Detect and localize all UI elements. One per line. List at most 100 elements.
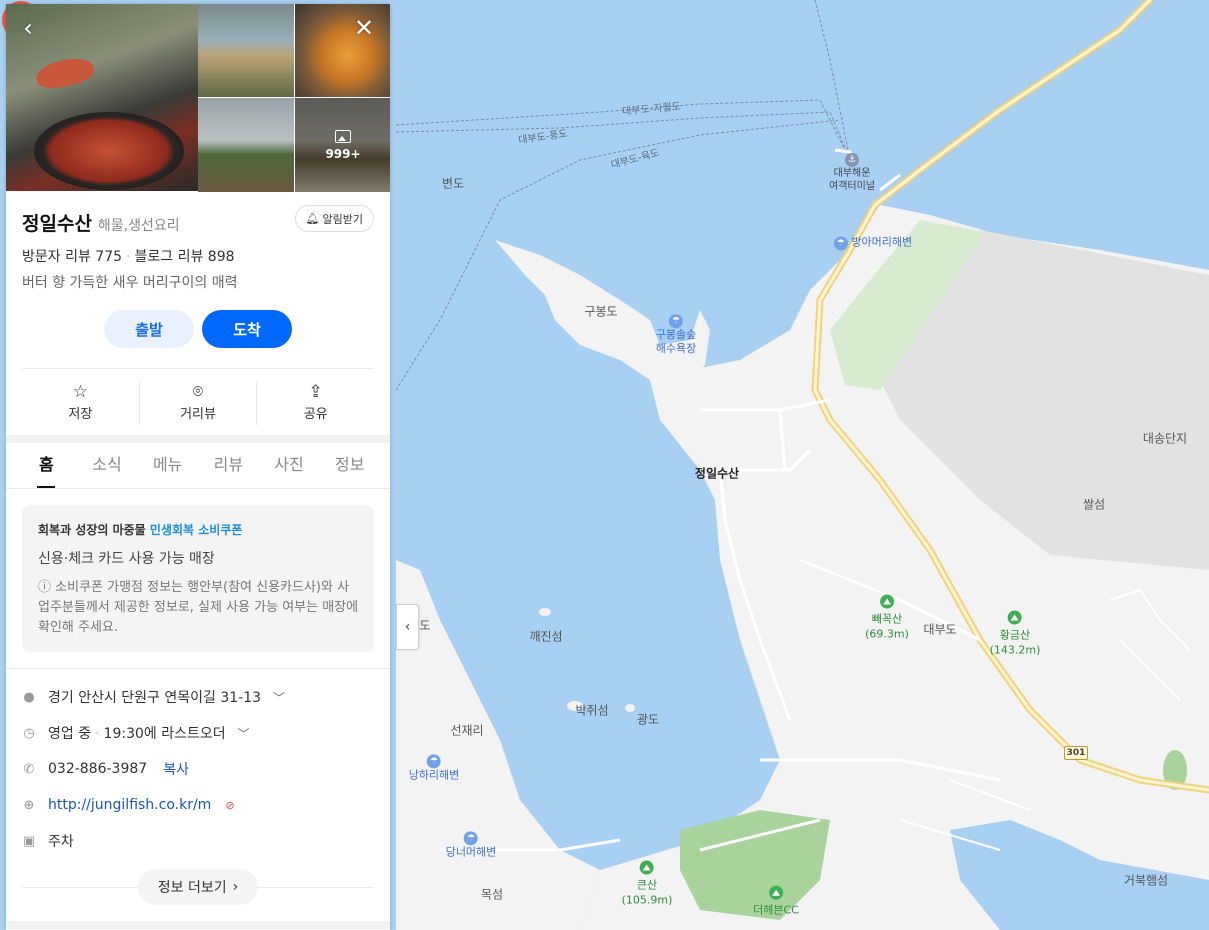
phone-row: ✆ 032-886-3987 복사 [22, 751, 374, 787]
map-label-edge-do: 도 [419, 618, 431, 633]
route-buttons: 출발 도착 [6, 310, 390, 348]
map-label-geobukseom: 거북햄섬 [1123, 873, 1169, 888]
back-icon[interactable]: ‹ [16, 16, 40, 40]
photo-gallery: 999+ ‹ ✕ [6, 4, 390, 192]
notice-prefix: 회복과 성장의 마중물 [38, 523, 146, 537]
action-bar: ☆ 저장 ⌾ 거리뷰 ⇪ 공유 [6, 381, 390, 425]
map-label-ferry-terminal[interactable]: ⚓ 대부해운 여객터미널 [829, 153, 875, 193]
chevron-down-icon[interactable]: ﹀ [238, 725, 250, 742]
street-view-button[interactable]: ⌾ 거리뷰 [140, 381, 258, 425]
location-icon: ● [23, 689, 35, 705]
panel-collapse-button[interactable]: ‹ [396, 604, 419, 650]
separator-dot: · [95, 726, 100, 742]
golf-icon [768, 885, 783, 900]
hours-text: 영업 중 · 19:30에 라스트오더 [48, 723, 226, 743]
address-row[interactable]: ● 경기 안산시 단원구 연목이길 31-13 ﹀ [22, 679, 374, 715]
copy-phone-button[interactable]: 복사 [163, 759, 189, 779]
map-label-bakjwiseom: 박쥐섬 [575, 703, 609, 718]
tab-info[interactable]: 정보 [319, 443, 380, 488]
map-label-ppaekkoksan[interactable]: 빼꼭산 (69.3m) [865, 594, 909, 642]
beach-icon: ☂ [463, 831, 478, 846]
notice-highlight[interactable]: 민생회복 소비쿠폰 [150, 523, 243, 537]
separator-dot: · [126, 249, 131, 265]
alarm-label: 알림받기 [322, 212, 363, 226]
map-label-ssalseom: 쌀섬 [1082, 497, 1106, 512]
tab-home[interactable]: 홈 [16, 443, 77, 488]
blog-reviews-link[interactable]: 블로그 리뷰 898 [134, 249, 234, 265]
place-header: 정일수산 해물,생선요리 🔔︎ 알림받기 방문자 리뷰 775 · 블로그 리뷰 8… [6, 191, 390, 292]
visitor-reviews-link[interactable]: 방문자 리뷰 775 [22, 249, 122, 265]
beach-icon: ☂ [668, 314, 683, 329]
map-label-pin[interactable]: 정일수산 [695, 465, 739, 482]
hours-detail: 19:30에 라스트오더 [103, 726, 226, 742]
alarm-button[interactable]: 🔔︎ 알림받기 [294, 205, 374, 232]
map-label-hwanggeumsan[interactable]: 황금산 (143.2m) [990, 610, 1040, 658]
map-label-nanghari-beach[interactable]: ☂ 낭하리해변 [409, 753, 459, 782]
end-route-button[interactable]: 도착 [202, 310, 292, 348]
website-link[interactable]: http://jungilfish.co.kr/m [48, 797, 211, 813]
street-view-label: 거리뷰 [180, 407, 216, 422]
photo-thumb[interactable] [198, 4, 294, 97]
notice-info: ⓘ 소비쿠폰 가맹점 정보는 행안부(참여 신용카드사)와 사업주분들께서 제공… [38, 580, 359, 635]
place-detail-panel: 999+ ‹ ✕ 정일수산 해물,생선요리 🔔︎ 알림받기 방문자 리뷰 775… [6, 4, 390, 930]
tab-news[interactable]: 소식 [77, 443, 138, 488]
parking-icon: ▣ [22, 833, 36, 849]
phone-icon: ✆ [23, 761, 35, 777]
photo-count: 999+ [325, 146, 361, 161]
info-list: ● 경기 안산시 단원구 연목이길 31-13 ﹀ ◷ 영업 중 · 19:30에 … [6, 669, 390, 859]
clock-icon: ◷ [23, 725, 35, 741]
image-icon [335, 129, 351, 143]
close-icon[interactable]: ✕ [352, 16, 376, 40]
share-label: 공유 [303, 407, 328, 422]
share-button[interactable]: ⇪ 공유 [257, 381, 374, 425]
road-number-badge: 301 [1064, 746, 1088, 760]
map-label-bangameori-beach[interactable]: ☂ 방아머리해변 [833, 236, 912, 251]
start-route-button[interactable]: 출발 [104, 310, 194, 348]
globe-icon: ⊕ [23, 797, 35, 813]
beach-icon: ☂ [833, 236, 848, 251]
review-summary: 방문자 리뷰 775 · 블로그 리뷰 898 [22, 246, 374, 266]
photo-more[interactable]: 999+ [295, 98, 390, 192]
beach-icon: ☂ [426, 754, 441, 769]
notice-subtitle: 신용·체크 카드 사용 가능 매장 [38, 551, 215, 567]
hours-status: 영업 중 [48, 726, 92, 742]
mountain-icon [1007, 610, 1022, 625]
section-separator [6, 921, 390, 929]
place-name: 정일수산 [22, 213, 92, 235]
divider [22, 368, 374, 369]
parking-text: 주차 [48, 834, 74, 850]
mountain-icon [639, 860, 654, 875]
hours-row[interactable]: ◷ 영업 중 · 19:30에 라스트오더 ﹀ [22, 715, 374, 751]
more-info-button[interactable]: 정보 더보기 › [137, 869, 259, 905]
phone-text: 032-886-3987 [48, 761, 148, 777]
bell-icon: 🔔︎ [305, 212, 320, 225]
map-label-theheben-cc[interactable]: 더헤븐CC [753, 885, 799, 919]
save-label: 저장 [68, 407, 93, 422]
map-label-daebudo: 대부도 [923, 622, 957, 637]
chevron-down-icon[interactable]: ﹀ [273, 689, 285, 706]
chevron-right-icon: › [232, 879, 239, 895]
mountain-icon [879, 594, 894, 609]
more-info-label: 정보 더보기 [157, 880, 227, 896]
star-icon: ☆ [72, 382, 88, 402]
section-separator [6, 435, 390, 443]
photo-thumb[interactable] [198, 98, 294, 192]
tab-bar: 홈 소식 메뉴 리뷰 사진 정보 [6, 443, 390, 489]
more-info-wrap: 정보 더보기 › [22, 869, 374, 905]
save-button[interactable]: ☆ 저장 [22, 381, 140, 425]
map-label-keunsan[interactable]: 큰산 (105.9m) [622, 860, 672, 908]
website-row: ⊕ http://jungilfish.co.kr/m ⊘ [22, 787, 374, 823]
map-label-daesong: 대송단지 [1142, 431, 1188, 446]
tab-photos[interactable]: 사진 [259, 443, 320, 488]
map-label-gwangdo: 광도 [636, 712, 660, 727]
place-description: 버터 향 가득한 새우 머리구이의 매력 [22, 275, 238, 291]
map-label-seonjaeri: 선재리 [450, 723, 484, 738]
address-text: 경기 안산시 단원구 연목이길 31-13 [48, 690, 262, 706]
photo-shrimp [33, 54, 97, 92]
map-label-dangneomeo-beach[interactable]: ☂ 당너머해변 [446, 830, 496, 859]
tab-reviews[interactable]: 리뷰 [198, 443, 259, 488]
coupon-notice: 회복과 성장의 마중물 민생회복 소비쿠폰 신용·체크 카드 사용 가능 매장 … [22, 505, 374, 652]
tab-menu[interactable]: 메뉴 [137, 443, 198, 488]
parking-row: ▣ 주차 [22, 823, 374, 859]
map-label-mokseom: 목섬 [480, 887, 504, 902]
